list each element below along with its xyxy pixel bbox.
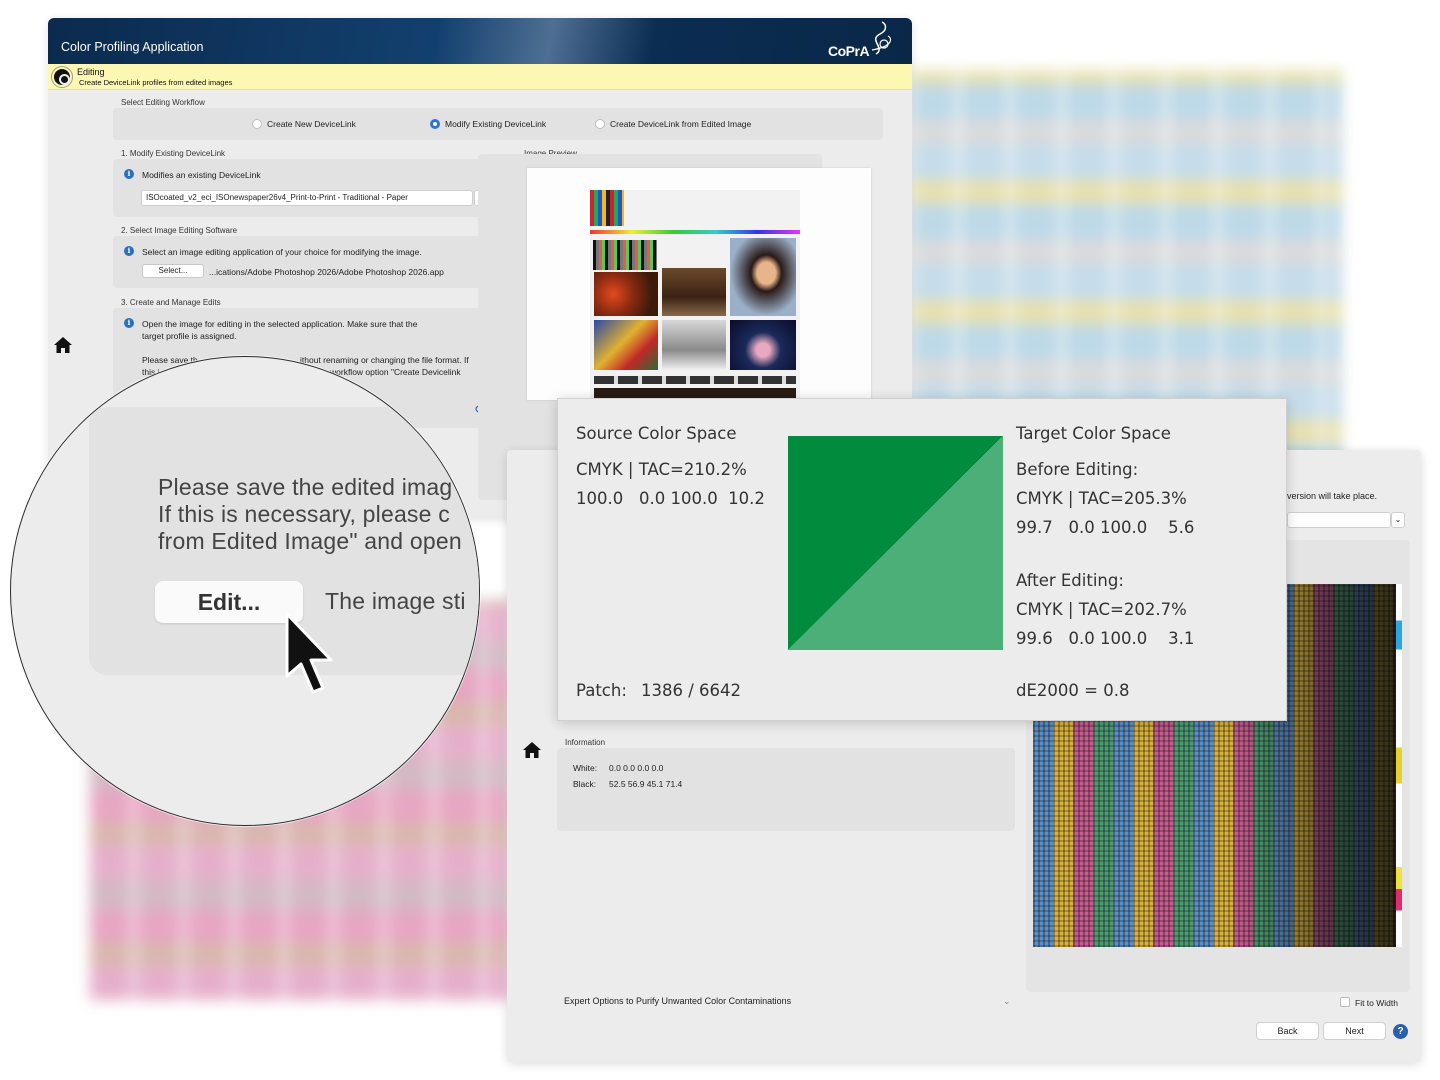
test-image-thumbnail	[590, 190, 800, 400]
fit-to-width-label: Fit to Width	[1355, 998, 1398, 1008]
edit-button[interactable]: Edit...	[155, 581, 303, 623]
mode-subtitle: Create DeviceLink profiles from edited i…	[79, 78, 233, 87]
black-label: Black:	[573, 779, 597, 789]
home-icon[interactable]	[53, 336, 73, 354]
radio-indicator	[595, 119, 605, 129]
before-editing-values: 99.7 0.0 100.0 5.6	[1016, 518, 1195, 537]
before-editing-label: Before Editing:	[1016, 460, 1139, 479]
mouse-pointer-icon	[285, 612, 333, 694]
section3-info-line1: Open the image for editing in the select…	[142, 319, 418, 329]
radio-label: Modify Existing DeviceLink	[445, 119, 547, 129]
before-editing-space: CMYK | TAC=205.3%	[1016, 489, 1187, 508]
color-chart-edge-strip	[1396, 584, 1402, 947]
next-button[interactable]: Next	[1323, 1022, 1386, 1040]
patch-label: Patch:	[576, 681, 627, 700]
copra-logo: CoPrA	[828, 20, 898, 60]
info-icon: i	[124, 318, 134, 328]
after-editing-values: 99.6 0.0 100.0 3.1	[1016, 629, 1195, 648]
magnifier-lens: Please save the edited imag If this is n…	[10, 356, 480, 826]
radio-label: Create New DeviceLink	[267, 119, 356, 129]
source-values: 100.0 0.0 100.0 10.2	[576, 489, 765, 508]
help-icon[interactable]: ?	[1393, 1024, 1408, 1039]
delta-e-value: dE2000 = 0.8	[1016, 681, 1130, 700]
mode-title: Editing	[77, 67, 105, 77]
radio-create-new-devicelink[interactable]: Create New DeviceLink	[252, 119, 356, 129]
radio-indicator	[252, 119, 262, 129]
source-color-space: CMYK | TAC=210.2%	[576, 460, 747, 479]
section2-group	[113, 236, 502, 288]
title-bar: Color Profiling Application CoPrA	[48, 18, 912, 64]
editing-mode-icon	[52, 67, 72, 87]
color-patch-swatch	[788, 436, 1003, 650]
section3-note-line2b: workflow option "Create Devicelink	[330, 367, 461, 377]
home-icon[interactable]	[522, 741, 542, 759]
black-values: 52.5 56.9 45.1 71.4	[609, 779, 683, 789]
magnified-line2: If this is necessary, please c	[158, 501, 450, 527]
section3-title: 3. Create and Manage Edits	[121, 298, 221, 307]
white-label: White:	[573, 763, 598, 773]
source-color-space-title: Source Color Space	[576, 424, 737, 443]
expert-options-label[interactable]: Expert Options to Purify Unwanted Color …	[564, 995, 791, 1007]
chevron-down-icon[interactable]: ⌄	[1391, 512, 1405, 528]
application-path: ...ications/Adobe Photoshop 2026/Adobe P…	[209, 267, 444, 277]
window-title: Color Profiling Application	[61, 40, 204, 54]
magnified-side-text: The image sti	[325, 588, 466, 614]
chevron-down-icon[interactable]: ⌄	[1003, 995, 1011, 1007]
mode-bar: Editing Create DeviceLink profiles from …	[48, 64, 912, 90]
after-editing-label: After Editing:	[1016, 571, 1124, 590]
workflow-label: Select Editing Workflow	[121, 98, 205, 107]
select-application-button[interactable]: Select...	[142, 264, 204, 278]
information-label: Information	[565, 738, 606, 747]
after-editing-space: CMYK | TAC=202.7%	[1016, 600, 1187, 619]
conversion-note: version will take place.	[1287, 491, 1378, 501]
info-icon: i	[124, 246, 134, 256]
section1-info: Modifies an existing DeviceLink	[142, 170, 261, 180]
section3-note-line1b: ithout renaming or changing the file for…	[300, 355, 469, 365]
section1-group	[113, 159, 502, 217]
radio-indicator-selected	[430, 119, 440, 129]
info-icon: i	[124, 169, 134, 179]
patch-value: 1386 / 6642	[641, 681, 742, 700]
radio-modify-existing-devicelink[interactable]: Modify Existing DeviceLink	[430, 119, 546, 129]
magnified-line1: Please save the edited imag	[158, 474, 453, 500]
back-button[interactable]: Back	[1256, 1022, 1319, 1040]
section2-title: 2. Select Image Editing Software	[121, 226, 238, 235]
section2-info: Select an image editing application of y…	[142, 247, 422, 257]
radio-create-from-edited-image[interactable]: Create DeviceLink from Edited Image	[595, 119, 751, 129]
magnified-line3: from Edited Image" and open	[158, 528, 462, 554]
target-color-space-title: Target Color Space	[1016, 424, 1171, 443]
white-values: 0.0 0.0 0.0 0.0	[609, 763, 664, 773]
section3-info-line2: target profile is assigned.	[142, 331, 237, 341]
fit-to-width-checkbox[interactable]	[1340, 997, 1350, 1007]
section1-title: 1. Modify Existing DeviceLink	[121, 149, 226, 158]
profile-select[interactable]	[1287, 512, 1391, 528]
brand-name: CoPrA	[828, 43, 870, 59]
radio-label: Create DeviceLink from Edited Image	[610, 119, 752, 129]
devicelink-select[interactable]: ISOcoated_v2_eci_ISOnewspaper26v4_Print-…	[141, 190, 473, 206]
